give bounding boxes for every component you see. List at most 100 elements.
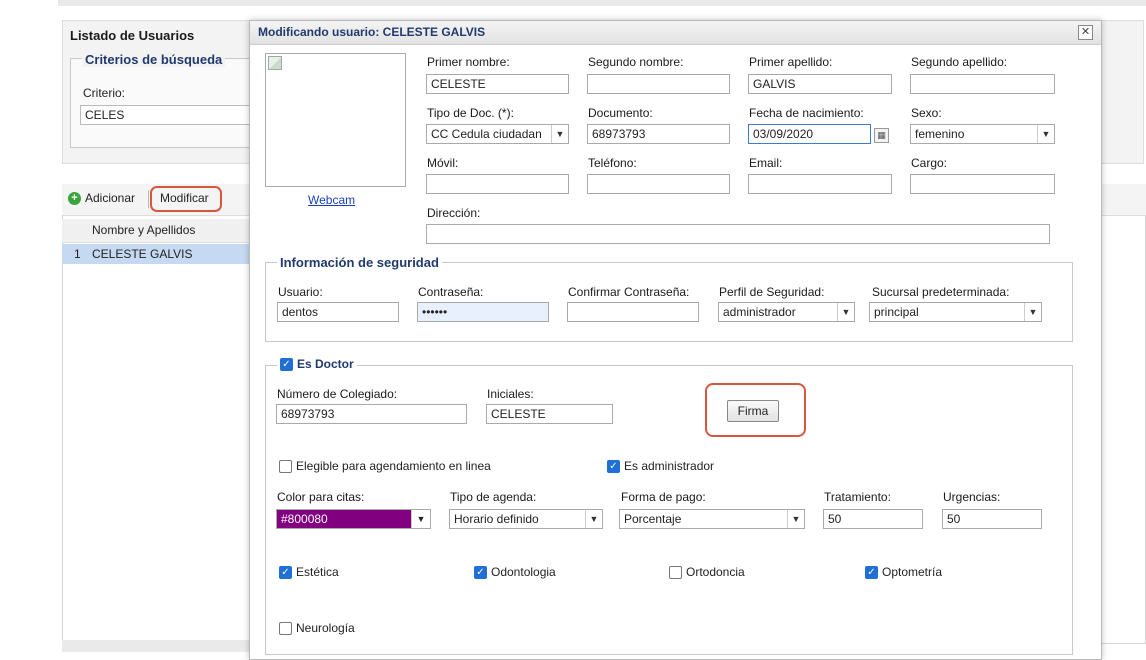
tipo-doc-value: CC Cedula ciudadan: [431, 127, 542, 141]
color-select[interactable]: #800080 ▼: [276, 509, 431, 529]
checkbox-icon: [669, 565, 682, 579]
checkbox-icon: [279, 621, 292, 635]
urgencias-input[interactable]: 50: [942, 509, 1042, 529]
cargo-input[interactable]: [910, 174, 1055, 194]
criteria-input[interactable]: CELES: [80, 105, 252, 125]
tipo-doc-label: Tipo de Doc. (*):: [427, 106, 514, 120]
es-doctor-toggle[interactable]: ✓ Es Doctor: [277, 357, 357, 371]
firma-highlight: [705, 383, 806, 437]
password-label: Contraseña:: [418, 285, 484, 299]
webcam-link[interactable]: Webcam: [308, 193, 355, 207]
checkbox-checked-icon: ✓: [280, 357, 293, 371]
estetica-label: Estética: [296, 565, 339, 579]
grid-pager: [62, 640, 252, 652]
primer-apellido-label: Primer apellido:: [749, 55, 833, 69]
security-legend: Información de seguridad: [277, 255, 442, 270]
checkbox-checked-icon: ✓: [279, 565, 292, 579]
elegible-checkbox[interactable]: Elegible para agendamiento en linea: [279, 459, 491, 473]
perfil-select[interactable]: administrador ▼: [718, 302, 855, 322]
colegiado-label: Número de Colegiado:: [277, 387, 398, 401]
sexo-select[interactable]: femenino ▼: [910, 124, 1055, 144]
segundo-apellido-label: Segundo apellido:: [911, 55, 1008, 69]
elegible-label: Elegible para agendamiento en linea: [296, 459, 491, 473]
neurologia-checkbox[interactable]: Neurología: [279, 621, 355, 635]
primer-nombre-input[interactable]: CELESTE: [426, 74, 569, 94]
email-input[interactable]: [748, 174, 892, 194]
ortodoncia-checkbox[interactable]: Ortodoncia: [669, 565, 745, 579]
agenda-value: Horario definido: [454, 512, 539, 526]
tipo-doc-select[interactable]: CC Cedula ciudadan ▼: [426, 124, 569, 144]
movil-label: Móvil:: [427, 156, 459, 170]
criteria-label: Criterio:: [83, 86, 126, 100]
odontologia-label: Odontologia: [491, 565, 556, 579]
password-input[interactable]: ••••••: [417, 302, 549, 322]
checkbox-checked-icon: ✓: [474, 565, 487, 579]
direccion-input[interactable]: [426, 224, 1050, 244]
colegiado-input[interactable]: 68973793: [276, 404, 467, 424]
fecha-nacimiento-label: Fecha de nacimiento:: [749, 106, 864, 120]
add-icon: +: [68, 191, 81, 205]
cargo-label: Cargo:: [911, 156, 948, 170]
optometria-label: Optometría: [882, 565, 943, 579]
color-value: #800080: [277, 510, 411, 528]
iniciales-label: Iniciales:: [487, 387, 534, 401]
primer-apellido-input[interactable]: GALVIS: [748, 74, 892, 94]
add-button[interactable]: + Adicionar: [68, 191, 135, 205]
documento-input[interactable]: 68973793: [587, 124, 730, 144]
usuario-label: Usuario:: [278, 285, 323, 299]
perfil-value: administrador: [723, 305, 796, 319]
email-label: Email:: [749, 156, 783, 170]
segundo-apellido-input[interactable]: [910, 74, 1055, 94]
criteria-legend: Criterios de búsqueda: [82, 52, 226, 67]
checkbox-checked-icon: ✓: [607, 459, 620, 473]
top-bar: [58, 0, 1146, 6]
ortodoncia-label: Ortodoncia: [686, 565, 745, 579]
pago-label: Forma de pago:: [621, 490, 706, 504]
fecha-nacimiento-input[interactable]: 03/09/2020: [748, 124, 871, 144]
sexo-label: Sexo:: [911, 106, 942, 120]
es-admin-checkbox[interactable]: ✓ Es administrador: [607, 459, 714, 473]
urgencias-label: Urgencias:: [943, 490, 1001, 504]
pago-select[interactable]: Porcentaje ▼: [619, 509, 805, 529]
chevron-down-icon: ▼: [585, 510, 602, 528]
tratamiento-input[interactable]: 50: [823, 509, 923, 529]
chevron-down-icon: ▼: [787, 510, 804, 528]
usuario-input[interactable]: dentos: [277, 302, 399, 322]
odontologia-checkbox[interactable]: ✓ Odontologia: [474, 565, 556, 579]
estetica-checkbox[interactable]: ✓ Estética: [279, 565, 339, 579]
sucursal-label: Sucursal predeterminada:: [872, 285, 1010, 299]
color-label: Color para citas:: [277, 490, 365, 504]
checkbox-checked-icon: ✓: [865, 565, 878, 579]
criteria-fieldset: [70, 58, 250, 148]
toolbar-divider: [148, 190, 149, 208]
page-title: Listado de Usuarios: [70, 28, 195, 43]
direccion-label: Dirección:: [427, 206, 481, 220]
dialog-title: Modificando usuario: CELESTE GALVIS: [258, 25, 486, 39]
sexo-value: femenino: [915, 127, 965, 141]
chevron-down-icon: ▼: [837, 303, 854, 321]
sucursal-select[interactable]: principal ▼: [869, 302, 1042, 322]
calendar-icon[interactable]: ▦: [874, 128, 889, 143]
chevron-down-icon: ▼: [551, 125, 568, 143]
checkbox-icon: [279, 459, 292, 473]
column-header-name[interactable]: Nombre y Apellidos: [92, 223, 195, 237]
add-button-label: Adicionar: [85, 191, 136, 205]
chevron-down-icon: ▼: [1024, 303, 1041, 321]
grid-right-column: [1100, 219, 1146, 263]
telefono-input[interactable]: [587, 174, 730, 194]
iniciales-input[interactable]: CELESTE: [486, 404, 613, 424]
photo-frame: [265, 53, 406, 187]
movil-input[interactable]: [426, 174, 569, 194]
segundo-nombre-input[interactable]: [587, 74, 730, 94]
es-admin-label: Es administrador: [624, 459, 715, 473]
agenda-select[interactable]: Horario definido ▼: [449, 509, 603, 529]
sucursal-value: principal: [874, 305, 919, 319]
row-number: 1: [74, 247, 81, 261]
perfil-label: Perfil de Seguridad:: [719, 285, 825, 299]
neurologia-label: Neurología: [296, 621, 355, 635]
agenda-label: Tipo de agenda:: [450, 490, 537, 504]
optometria-checkbox[interactable]: ✓ Optometría: [865, 565, 942, 579]
close-icon[interactable]: ✕: [1078, 25, 1093, 40]
confirm-password-input[interactable]: [567, 302, 699, 322]
modify-highlight: [150, 186, 222, 212]
